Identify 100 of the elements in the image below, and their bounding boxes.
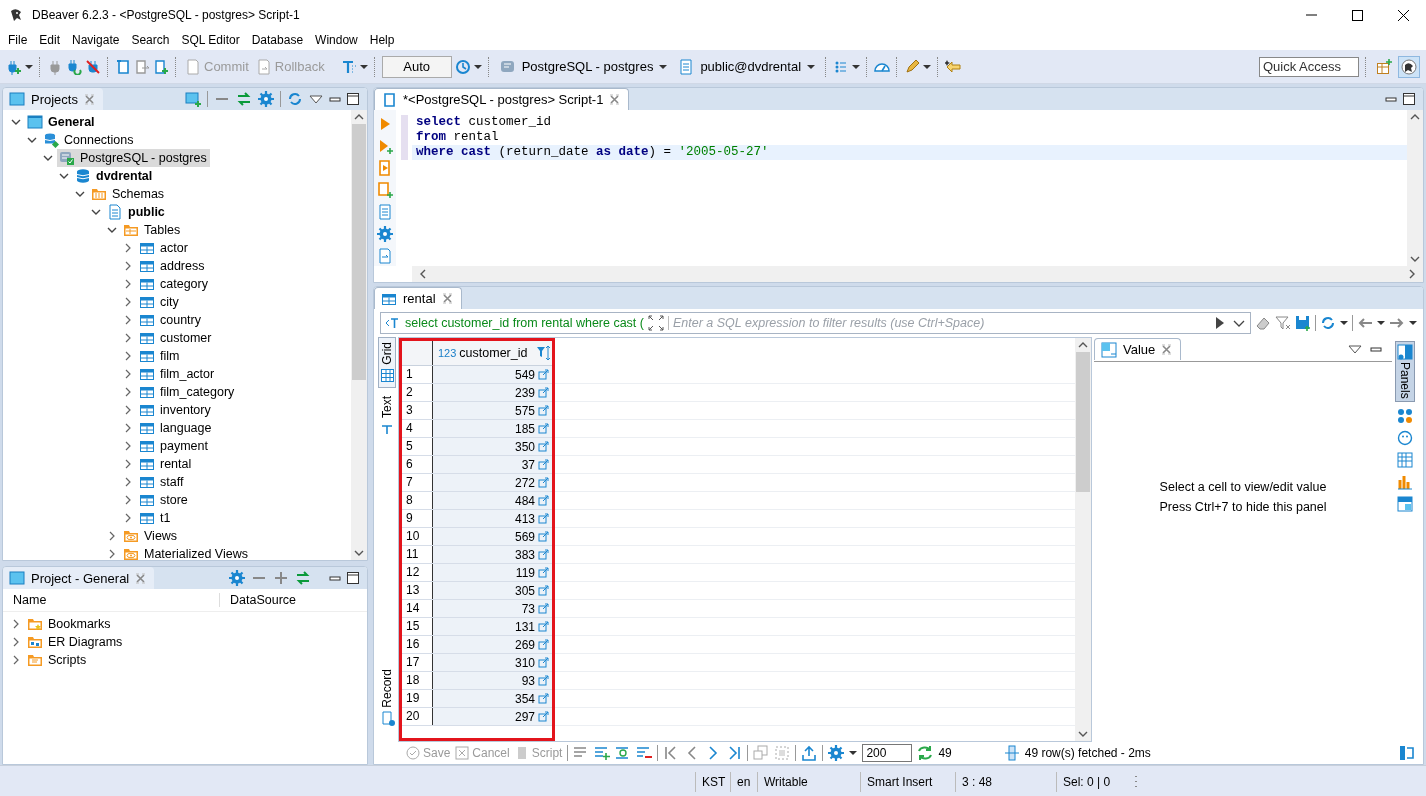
tree-item[interactable]: payment [137, 437, 211, 455]
link-icon[interactable] [538, 639, 549, 650]
tree-item[interactable]: ER Diagrams [25, 633, 126, 651]
tree-item[interactable]: Schemas [89, 185, 168, 203]
panel-tab[interactable]: Projects [3, 88, 103, 110]
tree-item[interactable]: Materialized Views [121, 545, 251, 560]
menu-item[interactable]: Edit [33, 33, 67, 47]
settings-icon[interactable] [377, 226, 393, 242]
table-cell[interactable]: 569 [433, 528, 552, 545]
table-cell[interactable]: 185 [433, 420, 552, 437]
row-add-icon[interactable] [594, 745, 611, 761]
table-cell[interactable]: 305 [433, 582, 552, 599]
panel-tab[interactable]: Project - General [3, 567, 155, 589]
minimize-icon[interactable] [329, 575, 341, 581]
link-icon[interactable] [538, 513, 549, 524]
view-menu-icon[interactable] [1348, 344, 1362, 354]
tree-item[interactable]: public [105, 203, 168, 221]
tree-item[interactable]: inventory [137, 401, 214, 419]
checker-icon[interactable] [1397, 451, 1413, 468]
menu-item[interactable]: Database [245, 33, 310, 47]
column-header[interactable]: DataSource [220, 593, 296, 607]
minimize-icon[interactable] [1385, 96, 1397, 102]
tree-item[interactable]: customer [137, 329, 215, 347]
tree-item[interactable]: t1 [137, 509, 174, 527]
panel-tab[interactable]: Value [1094, 338, 1182, 360]
table-cell[interactable]: 239 [433, 384, 552, 401]
play-plus-icon[interactable] [377, 138, 393, 154]
scrollbar[interactable] [412, 266, 1423, 282]
view-tab[interactable]: Text [378, 390, 396, 441]
row-delete-icon[interactable] [636, 745, 653, 761]
table-cell[interactable]: 37 [433, 456, 552, 473]
settings-icon[interactable] [828, 745, 845, 761]
tree-item[interactable]: film_category [137, 383, 238, 401]
menu-item[interactable]: File [2, 33, 34, 47]
last-page-icon[interactable] [726, 745, 743, 761]
minimize-icon[interactable] [1370, 346, 1382, 352]
tree-item[interactable]: language [137, 419, 215, 437]
menu-item[interactable]: SQL Editor [175, 33, 246, 47]
link-icon[interactable] [538, 711, 549, 722]
link-icon[interactable] [538, 549, 549, 560]
tree-item[interactable]: film_actor [137, 365, 218, 383]
column-header[interactable]: Name [3, 593, 220, 607]
link-icon[interactable] [538, 387, 549, 398]
tree-item[interactable]: country [137, 311, 204, 329]
column-header[interactable]: 123 customer_id [433, 341, 552, 365]
plug-cross-icon[interactable] [85, 58, 101, 75]
layout-icon[interactable] [1397, 495, 1413, 512]
link-icon[interactable] [538, 693, 549, 704]
tree-item[interactable]: city [137, 293, 182, 311]
view-tab[interactable]: Grid [378, 337, 396, 388]
link-arrows-icon[interactable] [295, 570, 311, 586]
table-cell[interactable]: 272 [433, 474, 552, 491]
tree-item[interactable]: Scripts [25, 651, 90, 669]
tree-item[interactable]: Views [121, 527, 181, 545]
caret-icon[interactable] [659, 64, 668, 69]
table-cell[interactable]: 131 [433, 618, 552, 635]
caret-icon[interactable] [473, 64, 482, 69]
expand-arrows-icon[interactable] [648, 315, 664, 331]
smiley-icon[interactable] [1397, 429, 1413, 446]
script-arrow-icon[interactable] [134, 58, 150, 75]
table-cell[interactable]: 73 [433, 600, 552, 617]
new-window-icon[interactable] [185, 91, 201, 107]
tree-item[interactable]: PostgreSQL - postgres [57, 149, 210, 167]
tree-item[interactable]: Bookmarks [25, 615, 114, 633]
scrollbar[interactable] [1407, 110, 1423, 266]
caret-icon[interactable] [852, 64, 861, 69]
script-plus-icon[interactable] [153, 58, 169, 75]
view-tab[interactable]: Record [378, 664, 396, 731]
link-icon[interactable] [538, 621, 549, 632]
table-cell[interactable]: 413 [433, 510, 552, 527]
connection-selector[interactable]: PostgreSQL - postgres [495, 56, 672, 77]
caret-icon[interactable] [359, 64, 368, 69]
table-cell[interactable]: 119 [433, 564, 552, 581]
filter-field[interactable]: Enter a SQL expression to filter results (use Ctrl+Space) [668, 316, 1208, 330]
pen-icon[interactable] [904, 58, 921, 75]
minimize-icon[interactable] [329, 96, 341, 102]
quick-access-field[interactable]: Quick Access [1259, 56, 1359, 77]
table-cell[interactable]: 484 [433, 492, 552, 509]
link-icon[interactable] [538, 567, 549, 578]
tree-item[interactable]: dvdrental [73, 167, 156, 185]
sort-filter-icon[interactable] [536, 345, 552, 361]
link-icon[interactable] [538, 657, 549, 668]
tree-item[interactable]: category [137, 275, 211, 293]
refresh-icon[interactable] [1320, 315, 1336, 331]
schema-selector[interactable]: public@dvdrental [674, 56, 820, 77]
table-cell[interactable]: 549 [433, 366, 552, 383]
view-menu-icon[interactable] [309, 94, 323, 104]
caret-icon[interactable] [923, 64, 932, 69]
dots-grid-icon[interactable] [1397, 407, 1413, 424]
maximize-icon[interactable] [347, 572, 359, 584]
plug-icon[interactable] [47, 58, 63, 75]
link-icon[interactable] [538, 405, 549, 416]
expand-icon[interactable] [273, 570, 289, 586]
tree-item[interactable]: film [137, 347, 183, 365]
funnel-icon[interactable] [1275, 315, 1291, 331]
eraser-icon[interactable] [1255, 315, 1271, 331]
plug-refresh-icon[interactable] [66, 58, 82, 75]
close-icon[interactable] [1161, 344, 1173, 355]
tree-item[interactable]: General [25, 113, 98, 131]
table-cell[interactable]: 269 [433, 636, 552, 653]
